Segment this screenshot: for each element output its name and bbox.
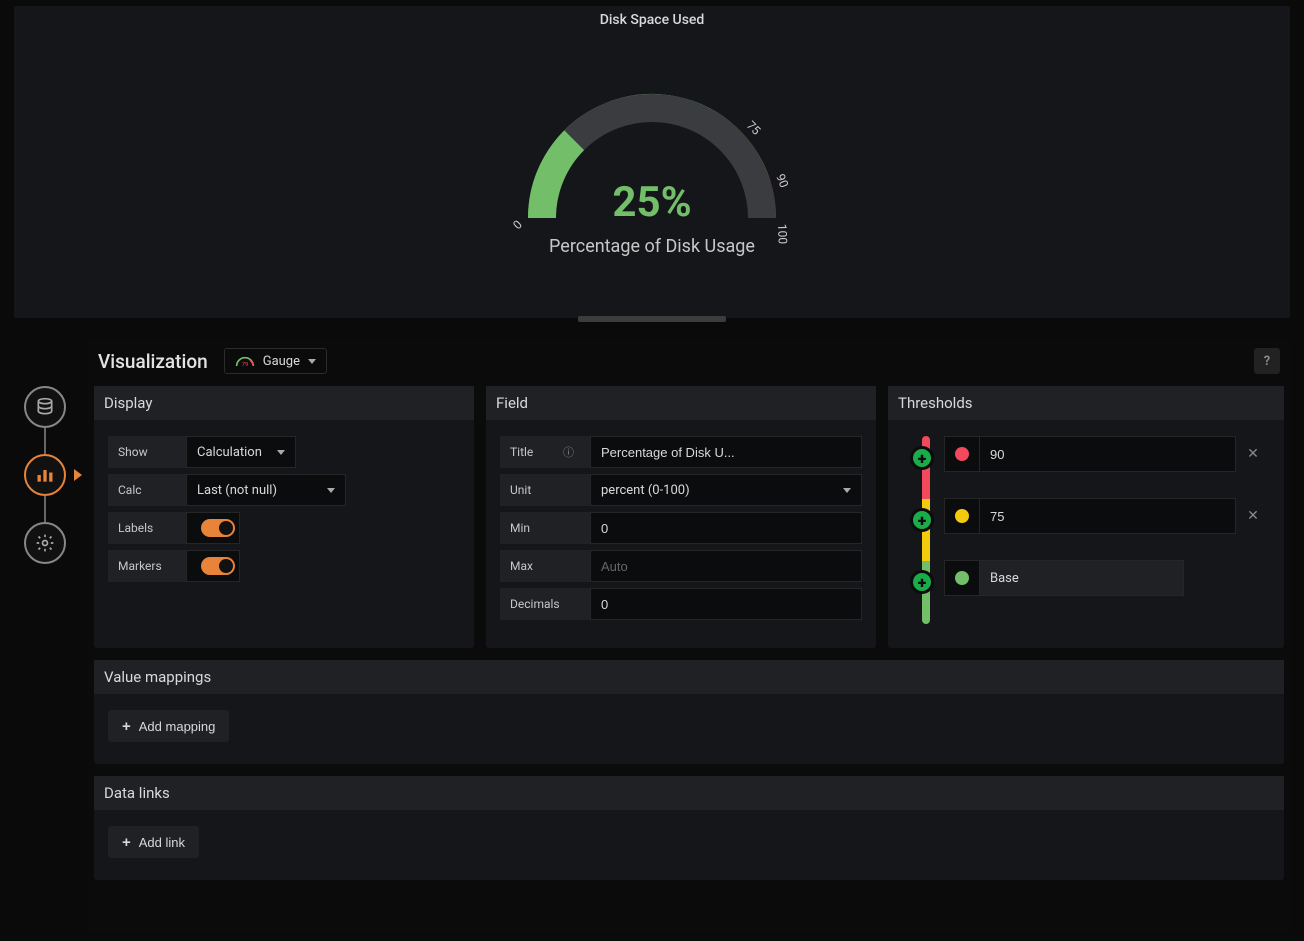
tab-visualization[interactable] xyxy=(24,454,66,496)
section-field-header: Field xyxy=(486,386,876,420)
toggle-markers[interactable] xyxy=(201,557,235,575)
editor-pane: Visualization 79 Gauge ? Display Show Ca… xyxy=(88,340,1290,931)
label-labels: Labels xyxy=(108,512,186,544)
section-data-links: Data links +Add link xyxy=(94,776,1284,880)
visualization-heading: Visualization xyxy=(98,350,208,373)
input-max[interactable] xyxy=(590,550,862,582)
resize-handle[interactable] xyxy=(578,316,726,322)
gauge-chart: 0 75 90 100 25% Percentage of Disk Usage xyxy=(502,48,802,248)
label-unit: Unit xyxy=(500,474,590,506)
select-show[interactable]: Calculation xyxy=(186,436,296,468)
chart-icon xyxy=(35,465,55,485)
add-threshold-button[interactable]: + xyxy=(910,508,934,532)
threshold-color-picker[interactable] xyxy=(944,560,980,596)
database-icon xyxy=(35,397,55,417)
svg-text:75: 75 xyxy=(744,118,764,138)
section-field: Field Title ⓘ Unit percent (0-100) Mi xyxy=(486,386,876,648)
gauge-subtitle: Percentage of Disk Usage xyxy=(502,236,802,257)
input-title[interactable] xyxy=(590,436,862,468)
toggle-labels[interactable] xyxy=(201,519,235,537)
section-data-links-header: Data links xyxy=(94,776,1284,810)
gauge-icon: 79 xyxy=(235,353,255,369)
add-threshold-button[interactable]: + xyxy=(910,570,934,594)
editor-tab-rail xyxy=(14,350,76,564)
threshold-base-label: Base xyxy=(980,560,1184,596)
gear-bug-icon xyxy=(35,533,55,553)
threshold-row: ✕ xyxy=(944,436,1270,472)
svg-text:79: 79 xyxy=(241,362,248,368)
plus-icon: + xyxy=(122,834,131,851)
gauge-value: 25% xyxy=(502,178,802,227)
section-display-header: Display xyxy=(94,386,474,420)
label-max: Max xyxy=(500,550,590,582)
threshold-row: Base xyxy=(944,560,1184,596)
select-unit[interactable]: percent (0-100) xyxy=(590,474,862,506)
preview-panel: Disk Space Used 0 75 90 100 25% Percenta… xyxy=(14,6,1290,318)
label-title: Title ⓘ xyxy=(500,436,590,468)
label-calc: Calc xyxy=(108,474,186,506)
label-markers: Markers xyxy=(108,550,186,582)
input-decimals[interactable] xyxy=(590,588,862,620)
section-value-mappings: Value mappings +Add mapping xyxy=(94,660,1284,764)
help-button[interactable]: ? xyxy=(1254,348,1280,374)
add-threshold-button[interactable]: + xyxy=(910,446,934,470)
plus-icon: + xyxy=(122,718,131,735)
threshold-value-input[interactable] xyxy=(980,436,1236,472)
add-link-button[interactable]: +Add link xyxy=(108,826,199,858)
input-min[interactable] xyxy=(590,512,862,544)
tab-queries[interactable] xyxy=(24,386,66,428)
visualization-picker[interactable]: 79 Gauge xyxy=(224,348,327,374)
chevron-down-icon xyxy=(327,488,335,493)
remove-threshold-button[interactable]: ✕ xyxy=(1236,436,1270,472)
chevron-down-icon xyxy=(277,450,285,455)
threshold-color-picker[interactable] xyxy=(944,436,980,472)
tab-general[interactable] xyxy=(24,522,66,564)
section-value-mappings-header: Value mappings xyxy=(94,660,1284,694)
visualization-type-label: Gauge xyxy=(263,354,300,369)
section-thresholds-header: Thresholds xyxy=(888,386,1284,420)
threshold-color-picker[interactable] xyxy=(944,498,980,534)
chevron-down-icon xyxy=(843,488,851,493)
section-thresholds: Thresholds + + + ✕ ✕ xyxy=(888,386,1284,648)
add-mapping-button[interactable]: +Add mapping xyxy=(108,710,229,742)
chevron-down-icon xyxy=(308,359,316,364)
panel-title: Disk Space Used xyxy=(14,6,1290,28)
label-decimals: Decimals xyxy=(500,588,590,620)
select-calc[interactable]: Last (not null) xyxy=(186,474,346,506)
label-min: Min xyxy=(500,512,590,544)
threshold-value-input[interactable] xyxy=(980,498,1236,534)
section-display: Display Show Calculation Calc Last (not … xyxy=(94,386,474,648)
threshold-row: ✕ xyxy=(944,498,1270,534)
info-icon[interactable]: ⓘ xyxy=(563,444,580,460)
remove-threshold-button[interactable]: ✕ xyxy=(1236,498,1270,534)
label-show: Show xyxy=(108,436,186,468)
